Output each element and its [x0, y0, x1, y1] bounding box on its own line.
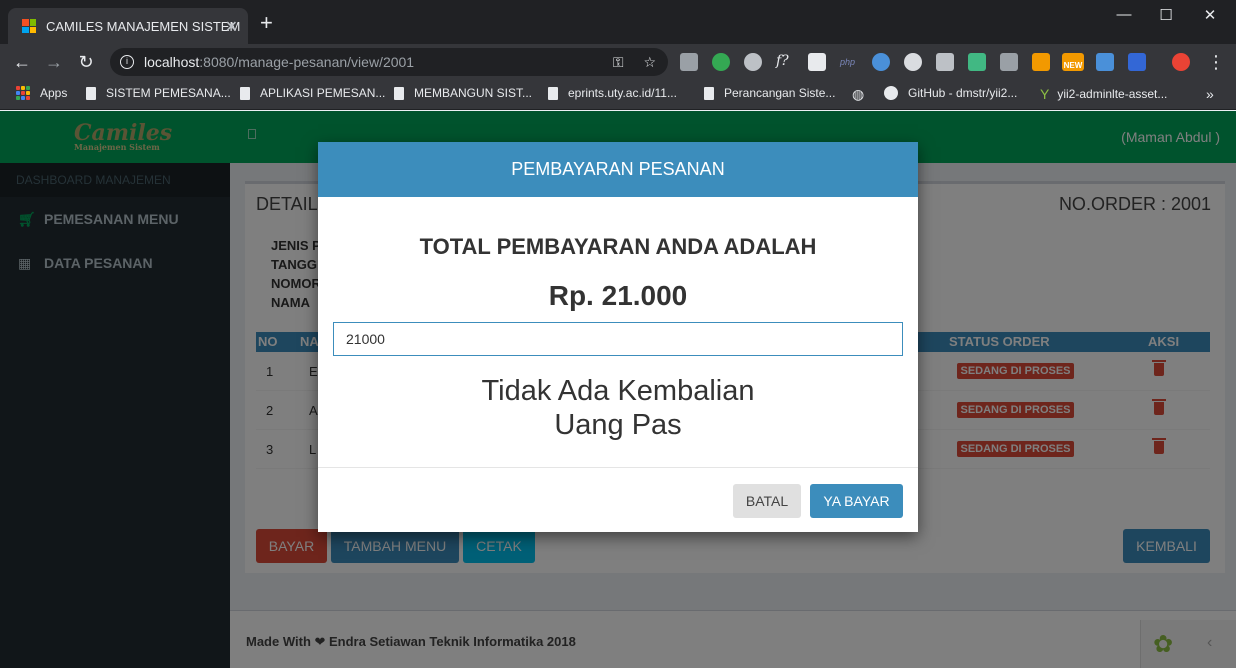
page-icon	[240, 86, 250, 100]
bookmark-star-icon[interactable]: ☆	[643, 54, 656, 70]
bookmark-label: Apps	[40, 86, 68, 100]
url-path: :8080/manage-pesanan/view/2001	[199, 54, 415, 70]
modal-footer: BATAL YA BAYAR	[318, 467, 918, 532]
vue-extension-icon[interactable]	[968, 53, 986, 71]
menu-kebab-icon[interactable]: ⋮	[1204, 51, 1228, 73]
total-amount: Rp. 21.000	[548, 280, 688, 311]
page-icon	[704, 86, 714, 100]
page-icon	[548, 86, 558, 100]
calendar-extension-icon[interactable]	[808, 53, 826, 71]
github-icon	[884, 86, 898, 100]
key-icon[interactable]: ⚿	[613, 54, 624, 70]
bookmark-item[interactable]: MEMBANGUN SIST...	[394, 86, 532, 100]
change-line-2: Uang Pas	[554, 409, 682, 441]
colorzilla-extension-icon[interactable]	[712, 53, 730, 71]
bookmark-label: yii2-adminlte-asset...	[1057, 87, 1168, 101]
php-extension-icon[interactable]: php	[840, 53, 858, 71]
bookmarks-bar: Apps SISTEM PEMESANA... APLIKASI PEMESAN…	[0, 80, 1236, 110]
change-result: Tidak Ada Kembalian Uang Pas	[318, 374, 918, 442]
bookmark-item[interactable]: Perancangan Siste...	[704, 86, 835, 100]
drive-extension-icon[interactable]	[680, 53, 698, 71]
globe-extension-icon[interactable]	[872, 53, 890, 71]
payment-input[interactable]	[333, 322, 903, 356]
bookmark-item[interactable]: APLIKASI PEMESAN...	[240, 86, 385, 100]
page-icon	[86, 86, 96, 100]
bookmark-item[interactable]: Yyii2-adminlte-asset...	[1040, 86, 1167, 102]
new-tab-icon[interactable]: +	[260, 12, 273, 34]
globe-icon: ◍	[852, 86, 865, 102]
tab-close-icon[interactable]: ✕	[225, 17, 238, 37]
bookmark-label: SISTEM PEMESANA...	[106, 86, 231, 100]
formula-extension-icon[interactable]: f?	[776, 53, 794, 71]
new-badge: NEW	[1063, 61, 1083, 70]
favicon-icon	[22, 19, 36, 33]
page-icon	[394, 86, 404, 100]
payment-modal: PEMBAYARAN PESANAN TOTAL PEMBAYARAN ANDA…	[318, 142, 918, 532]
c-extension-icon[interactable]	[1000, 53, 1018, 71]
window-close-icon[interactable]: ✕	[1190, 6, 1230, 24]
bookmark-globe[interactable]: ◍	[852, 86, 864, 103]
total-label: TOTAL PEMBAYARAN ANDA ADALAH	[419, 234, 817, 259]
browser-tab[interactable]: CAMILES MANAJEMEN SISTEM ✕	[8, 8, 248, 44]
apps-grid-icon	[16, 86, 30, 100]
batal-button[interactable]: BATAL	[733, 484, 801, 518]
ya-bayar-button[interactable]: YA BAYAR	[810, 484, 903, 518]
settings-extension-icon[interactable]	[744, 53, 762, 71]
yii-icon: Y	[1040, 86, 1050, 102]
robot-extension-icon[interactable]	[936, 53, 954, 71]
back-icon[interactable]: ←	[10, 51, 34, 73]
browser-titlebar: CAMILES MANAJEMEN SISTEM ✕ + — ☐ ✕	[0, 0, 1236, 44]
bookmark-label: eprints.uty.ac.id/11...	[568, 86, 677, 100]
bookmark-label: GitHub - dmstr/yii2...	[908, 86, 1018, 100]
download-extension-icon[interactable]	[1096, 53, 1114, 71]
profile-avatar[interactable]	[1172, 53, 1190, 71]
tab-title: CAMILES MANAJEMEN SISTEM	[46, 18, 241, 34]
address-bar[interactable]: i localhost:8080/manage-pesanan/view/200…	[110, 48, 668, 76]
browser-toolbar: ← → ↻ i localhost:8080/manage-pesanan/vi…	[0, 44, 1236, 80]
new-extension-icon[interactable]: NEW	[1062, 53, 1084, 71]
bookmark-label: MEMBANGUN SIST...	[414, 86, 533, 100]
bookmark-apps[interactable]: Apps	[16, 86, 67, 100]
modal-title: PEMBAYARAN PESANAN	[318, 142, 918, 197]
eyedropper-extension-icon[interactable]	[1032, 53, 1050, 71]
bookmark-item[interactable]: GitHub - dmstr/yii2...	[884, 86, 1017, 100]
minimize-icon[interactable]: —	[1104, 6, 1144, 23]
site-info-icon[interactable]: i	[120, 55, 134, 69]
url-host: localhost	[144, 54, 200, 70]
bookmark-item[interactable]: eprints.uty.ac.id/11...	[548, 86, 677, 100]
circle-extension-icon[interactable]	[904, 53, 922, 71]
change-line-1: Tidak Ada Kembalian	[481, 375, 755, 407]
reload-icon[interactable]: ↻	[74, 51, 98, 73]
maximize-icon[interactable]: ☐	[1146, 6, 1186, 24]
bookmark-item[interactable]: SISTEM PEMESANA...	[86, 86, 231, 100]
forward-icon[interactable]: →	[42, 51, 66, 73]
bookmarks-overflow-icon[interactable]: »	[1206, 86, 1214, 102]
bookmark-label: Perancangan Siste...	[724, 86, 836, 100]
bookmark-label: APLIKASI PEMESAN...	[260, 86, 386, 100]
book-extension-icon[interactable]	[1128, 53, 1146, 71]
